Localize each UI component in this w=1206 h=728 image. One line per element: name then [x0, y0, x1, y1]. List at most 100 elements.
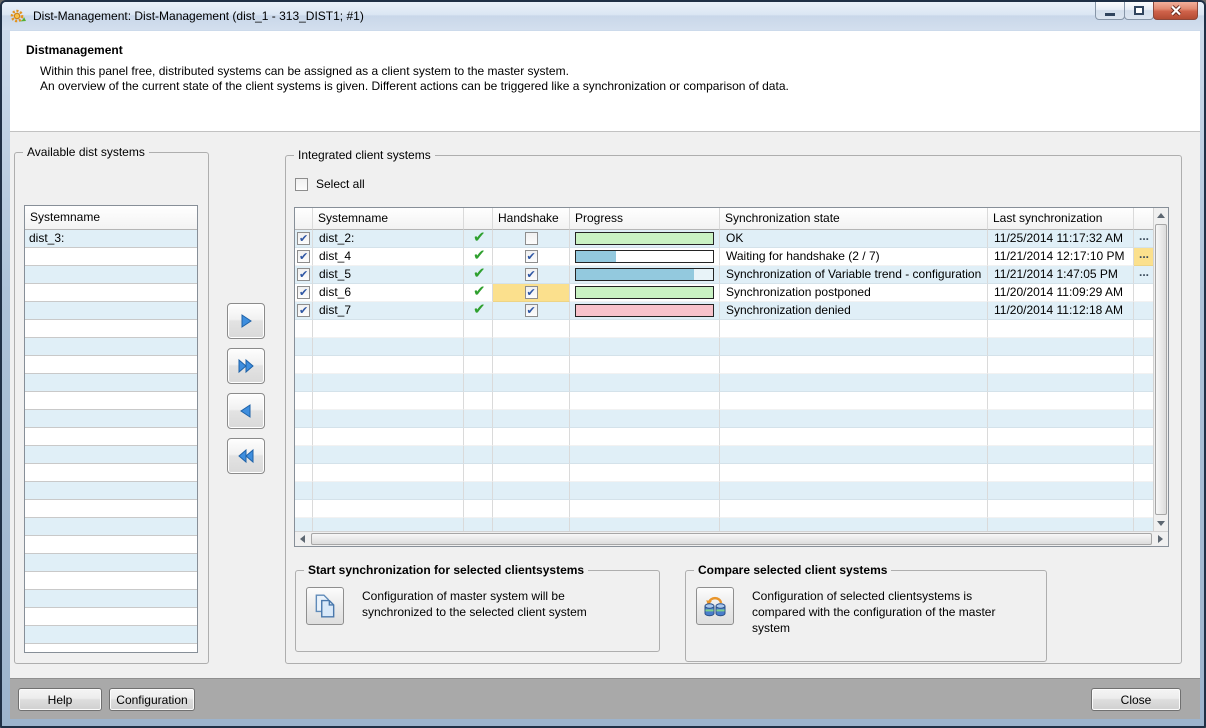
main-area: Available dist systems Systemname dist_3… — [10, 131, 1200, 678]
cell — [295, 266, 313, 284]
client-system-name: dist_2: — [313, 230, 464, 248]
client-system-row: dist_7✔Synchronization denied11/20/2014 … — [295, 302, 1153, 320]
row-select-checkbox[interactable] — [297, 286, 310, 299]
cell — [988, 500, 1134, 518]
vertical-scrollbar[interactable] — [1153, 208, 1168, 531]
cell — [493, 374, 570, 392]
cell — [988, 428, 1134, 446]
handshake-checkbox[interactable] — [525, 250, 538, 263]
cell — [313, 320, 464, 338]
copy-pages-icon — [312, 593, 338, 619]
sync-ok-icon: ✔ — [473, 284, 486, 300]
move-all-right-button[interactable] — [227, 348, 265, 384]
row-select-checkbox[interactable] — [297, 250, 310, 263]
cell — [720, 338, 988, 356]
sync-ok-icon: ✔ — [473, 230, 486, 246]
scroll-right-button[interactable] — [1153, 532, 1168, 546]
start-sync-button[interactable] — [306, 587, 344, 625]
cell — [295, 230, 313, 248]
client-system-row: dist_2:✔OK11/25/2014 11:17:32 AM... — [295, 230, 1153, 248]
close-window-button[interactable] — [1153, 1, 1198, 20]
scroll-up-icon — [1157, 213, 1165, 218]
available-system-row[interactable]: dist_3: — [25, 230, 197, 248]
column-header-blank[interactable] — [464, 208, 493, 230]
cell — [295, 392, 313, 410]
cell — [464, 518, 493, 531]
cell — [988, 464, 1134, 482]
cell — [720, 464, 988, 482]
row-select-checkbox[interactable] — [297, 304, 310, 317]
help-button[interactable]: Help — [18, 688, 102, 711]
configuration-button[interactable]: Configuration — [109, 688, 195, 711]
client-system-name: dist_7 — [313, 302, 464, 320]
cell — [988, 374, 1134, 392]
close-button[interactable]: Close — [1091, 688, 1181, 711]
double-arrow-left-icon — [237, 448, 255, 464]
column-header-blank[interactable] — [1134, 208, 1155, 230]
client-system-row: dist_6✔Synchronization postponed11/20/20… — [295, 284, 1153, 302]
cell — [295, 302, 313, 320]
move-right-button[interactable] — [227, 303, 265, 339]
column-header-systemname[interactable]: Systemname — [313, 208, 464, 230]
compare-button[interactable] — [696, 587, 734, 625]
available-empty-row — [25, 302, 197, 320]
column-header-blank[interactable] — [295, 208, 313, 230]
cell — [1134, 392, 1153, 410]
cell — [570, 428, 720, 446]
select-all-checkbox[interactable] — [295, 178, 308, 191]
title-bar[interactable]: Dist-Management: Dist-Management (dist_1… — [2, 2, 1204, 30]
more-button[interactable]: ... — [1134, 230, 1153, 248]
scroll-left-icon — [300, 535, 305, 543]
row-select-checkbox[interactable] — [297, 268, 310, 281]
row-select-checkbox[interactable] — [297, 232, 310, 245]
handshake-checkbox[interactable] — [525, 232, 538, 245]
compare-description: Configuration of selected clientsystems … — [752, 588, 1020, 636]
cell — [988, 338, 1134, 356]
column-header-last-synchronization[interactable]: Last synchronization — [988, 208, 1134, 230]
handshake-checkbox[interactable] — [525, 268, 538, 281]
cell — [570, 500, 720, 518]
cell — [493, 248, 570, 266]
cell — [720, 428, 988, 446]
client-system-name: dist_4 — [313, 248, 464, 266]
available-empty-row — [25, 248, 197, 266]
more-button[interactable]: ... — [1134, 248, 1153, 266]
scroll-left-button[interactable] — [295, 532, 310, 546]
handshake-checkbox[interactable] — [525, 304, 538, 317]
scroll-up-button[interactable] — [1154, 208, 1168, 223]
arrow-right-icon — [238, 313, 254, 329]
cell — [295, 446, 313, 464]
client-empty-row — [295, 410, 1153, 428]
cell — [720, 374, 988, 392]
available-empty-row — [25, 518, 197, 536]
move-left-button[interactable] — [227, 393, 265, 429]
column-header-progress[interactable]: Progress — [570, 208, 720, 230]
dialog-body: Distmanagement Within this panel free, d… — [10, 31, 1200, 719]
horizontal-scroll-thumb[interactable] — [311, 533, 1152, 545]
cell — [464, 482, 493, 500]
horizontal-scrollbar[interactable] — [295, 531, 1168, 546]
cell — [295, 500, 313, 518]
scroll-down-button[interactable] — [1154, 516, 1168, 531]
minimize-button[interactable] — [1095, 1, 1125, 20]
progress-fill — [576, 305, 713, 316]
cell — [313, 428, 464, 446]
scroll-right-icon — [1158, 535, 1163, 543]
cell — [988, 356, 1134, 374]
available-empty-row — [25, 428, 197, 446]
move-all-left-button[interactable] — [227, 438, 265, 474]
cell — [493, 410, 570, 428]
cell: ✔ — [464, 230, 493, 248]
start-sync-group: Start synchronization for selected clien… — [295, 570, 660, 652]
more-button[interactable]: ... — [1134, 266, 1153, 284]
client-empty-row — [295, 464, 1153, 482]
description-line-1: Within this panel free, distributed syst… — [40, 64, 569, 78]
column-header-synchronization-state[interactable]: Synchronization state — [720, 208, 988, 230]
vertical-scroll-thumb[interactable] — [1155, 224, 1167, 515]
column-header-handshake[interactable]: Handshake — [493, 208, 570, 230]
handshake-checkbox[interactable] — [525, 286, 538, 299]
cell — [493, 392, 570, 410]
cell — [493, 428, 570, 446]
maximize-button[interactable] — [1124, 1, 1154, 20]
cell — [1134, 356, 1153, 374]
